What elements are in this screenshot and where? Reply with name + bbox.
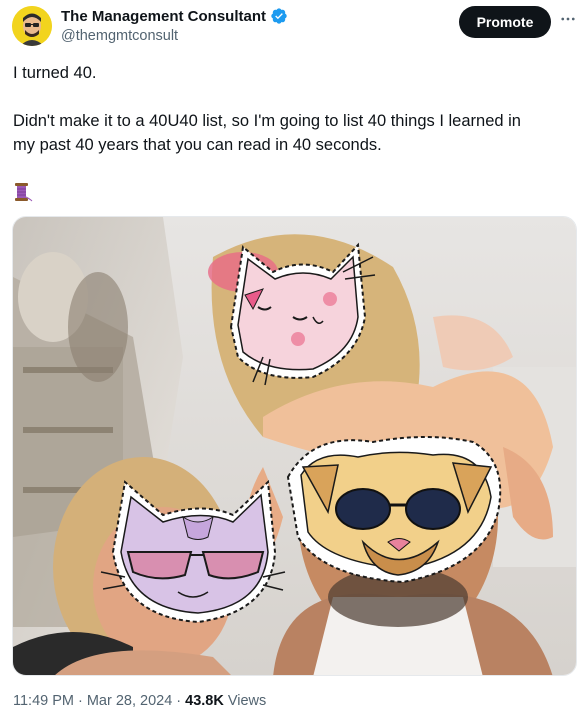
meta-separator: · xyxy=(176,693,182,709)
tweet-text-line-3: my past 40 years that you can read in 40… xyxy=(13,136,382,154)
tweet-date[interactable]: Mar 28, 2024 xyxy=(87,693,172,709)
views-label: Views xyxy=(227,693,267,709)
author-display-name[interactable]: The Management Consultant xyxy=(61,8,266,25)
family-selfie-photo xyxy=(13,217,576,675)
tweet-media-photo[interactable] xyxy=(12,216,577,676)
author-handle[interactable]: @themgmtconsult xyxy=(61,28,178,44)
tweet-text-line-1: I turned 40. xyxy=(13,64,97,82)
views-count: 43.8K xyxy=(185,693,224,709)
meta-separator: · xyxy=(78,693,83,709)
tweet-meta: 11:49 PM · Mar 28, 2024 · 43.8K Views xyxy=(13,693,266,709)
more-horizontal-icon[interactable] xyxy=(557,8,579,30)
verified-badge-icon xyxy=(271,8,287,24)
author-avatar[interactable] xyxy=(12,6,52,46)
author-name-row[interactable]: The Management Consultant xyxy=(61,7,288,25)
promote-button[interactable]: Promote xyxy=(459,6,551,38)
avatar-illustration xyxy=(12,6,52,46)
tweet-text-line-2: Didn't make it to a 40U40 list, so I'm g… xyxy=(13,112,521,130)
tweet-time[interactable]: 11:49 PM xyxy=(13,693,74,709)
thread-spool-emoji xyxy=(12,181,34,203)
